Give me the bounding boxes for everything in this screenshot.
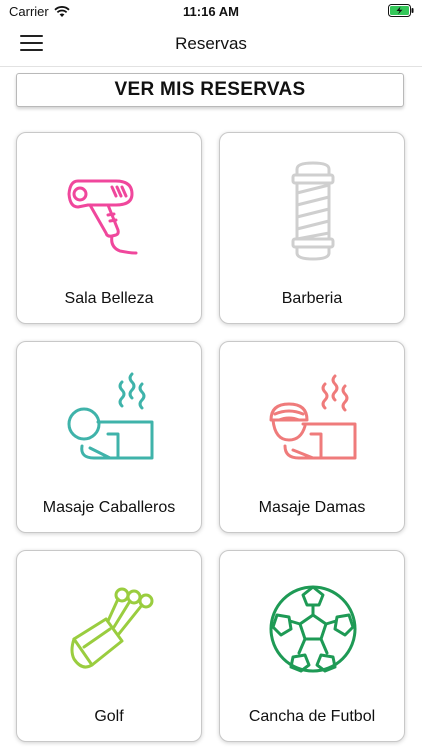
service-card-masaje-caballeros[interactable]: Masaje Caballeros xyxy=(16,341,202,533)
massage-icon xyxy=(67,372,154,460)
service-label: Sala Belleza xyxy=(64,290,154,307)
battery-charging-icon xyxy=(388,4,414,17)
soccer-ball-icon xyxy=(269,585,357,673)
service-card-barberia[interactable]: Barberia xyxy=(219,132,405,324)
status-bar: Carrier 11:16 AM xyxy=(0,0,422,22)
service-label: Masaje Damas xyxy=(258,499,366,516)
ver-mis-reservas-button[interactable]: VER MIS RESERVAS xyxy=(16,73,404,107)
status-right xyxy=(388,4,414,20)
service-label: Golf xyxy=(94,708,124,725)
service-label: Masaje Caballeros xyxy=(42,499,176,516)
service-card-masaje-damas[interactable]: Masaje Damas xyxy=(219,341,405,533)
status-time: 11:16 AM xyxy=(183,4,239,19)
service-card-cancha-de-futbol[interactable]: Cancha de Futbol xyxy=(219,550,405,742)
nav-bar: Reservas xyxy=(0,22,422,67)
massage-towel-icon xyxy=(269,374,357,460)
golf-bag-icon xyxy=(70,587,154,669)
barber-pole-icon xyxy=(291,161,335,261)
service-card-golf[interactable]: Golf xyxy=(16,550,202,742)
page-title: Reservas xyxy=(175,34,247,53)
service-label: Barberia xyxy=(281,290,343,307)
hair-dryer-icon xyxy=(67,179,138,255)
service-label: Cancha de Futbol xyxy=(248,708,376,725)
service-card-sala-belleza[interactable]: Sala Belleza xyxy=(16,132,202,324)
